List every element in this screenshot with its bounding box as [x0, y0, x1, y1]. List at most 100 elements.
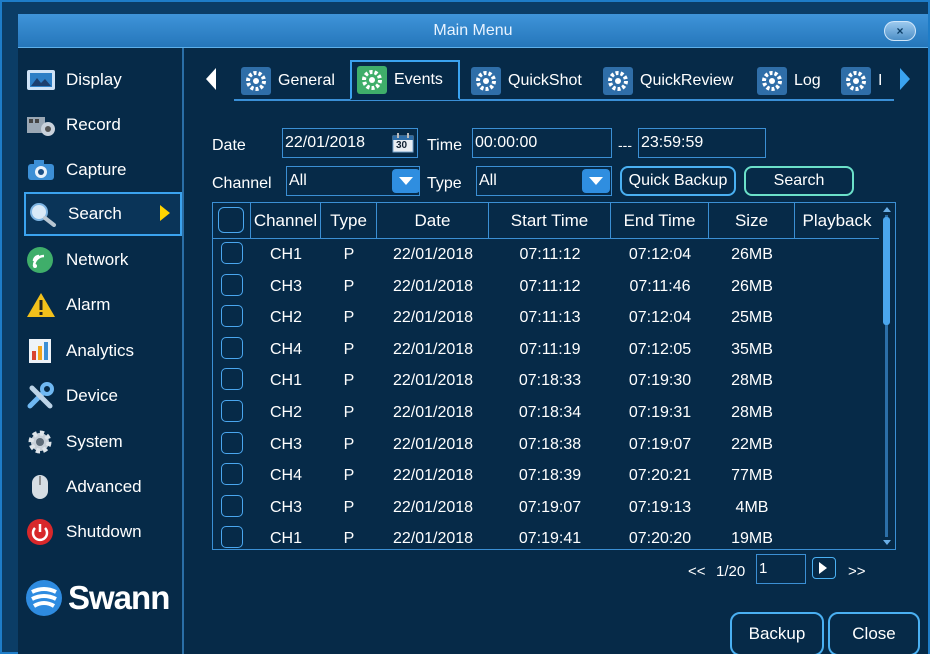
- col-channel[interactable]: Channel: [251, 203, 321, 239]
- col-type[interactable]: Type: [321, 203, 377, 239]
- tab-label: Log: [794, 72, 821, 89]
- close-icon[interactable]: ×: [884, 21, 916, 41]
- shutdown-icon: [24, 517, 58, 547]
- col-end-time[interactable]: End Time: [611, 203, 709, 239]
- cell-start-time: 07:11:19: [519, 340, 581, 358]
- cell-date: 22/01/2018: [392, 277, 474, 295]
- tab-general[interactable]: General: [236, 62, 335, 100]
- select-all-checkbox[interactable]: [218, 207, 244, 233]
- cell-end-time: 07:19:07: [628, 435, 692, 453]
- tab-quickshot[interactable]: QuickShot: [466, 62, 582, 100]
- table-row[interactable]: CH3 P 22/01/2018 07:11:12 07:11:46 26MB: [213, 271, 879, 303]
- table-row[interactable]: CH2 P 22/01/2018 07:18:34 07:19:31 28MB: [213, 397, 879, 429]
- tab-scroll-left-icon[interactable]: [206, 68, 216, 90]
- row-checkbox[interactable]: [221, 368, 243, 391]
- row-checkbox[interactable]: [221, 526, 243, 549]
- backup-button[interactable]: Backup: [730, 612, 824, 654]
- sidebar-item-display[interactable]: Display: [24, 60, 182, 100]
- go-page-icon[interactable]: [812, 557, 836, 579]
- cell-date: 22/01/2018: [392, 309, 474, 327]
- table-row[interactable]: CH3 P 22/01/2018 07:18:38 07:19:07 22MB: [213, 429, 879, 461]
- selected-arrow-icon: [160, 205, 170, 221]
- scroll-down-icon[interactable]: [883, 540, 891, 545]
- cell-end-time: 07:20:21: [628, 467, 692, 485]
- events-table: Channel Type Date Start Time End Time Si…: [212, 202, 896, 550]
- system-icon: [24, 427, 58, 457]
- col-date[interactable]: Date: [377, 203, 489, 239]
- table-row[interactable]: CH1 P 22/01/2018 07:18:33 07:19:30 28MB: [213, 365, 879, 397]
- row-checkbox[interactable]: [221, 463, 243, 486]
- table-row[interactable]: CH4 P 22/01/2018 07:11:19 07:12:05 35MB: [213, 334, 879, 366]
- cell-start-time: 07:18:39: [518, 467, 582, 485]
- close-button[interactable]: Close: [828, 612, 920, 654]
- cell-size: 28MB: [731, 372, 773, 390]
- sidebar-item-analytics[interactable]: Analytics: [24, 331, 182, 371]
- sidebar-item-advanced[interactable]: Advanced: [24, 467, 182, 507]
- prev-page-link[interactable]: <<: [688, 563, 706, 580]
- row-checkbox[interactable]: [221, 336, 243, 359]
- cell-size: 25MB: [731, 309, 773, 327]
- quick-backup-button[interactable]: Quick Backup: [620, 166, 736, 196]
- type-dropdown-arrow-icon[interactable]: [582, 169, 610, 193]
- sidebar-item-network[interactable]: Network: [24, 240, 182, 280]
- analytics-icon: [24, 336, 58, 366]
- col-start-time[interactable]: Start Time: [489, 203, 611, 239]
- tab-quickreview[interactable]: QuickReview: [598, 62, 733, 100]
- col-size[interactable]: Size: [709, 203, 795, 239]
- sidebar-item-alarm[interactable]: Alarm: [24, 285, 182, 325]
- cell-size: 26MB: [731, 277, 773, 295]
- row-checkbox[interactable]: [221, 400, 243, 422]
- row-checkbox[interactable]: [221, 305, 243, 328]
- table-row[interactable]: CH1 P 22/01/2018 07:11:12 07:12:04 26MB: [213, 239, 879, 271]
- sidebar-item-record[interactable]: Record: [24, 105, 182, 145]
- table-row[interactable]: CH2 P 22/01/2018 07:11:13 07:12:04 25MB: [213, 302, 879, 334]
- sidebar-item-system[interactable]: System: [24, 422, 182, 462]
- tab-log[interactable]: Log: [752, 62, 821, 100]
- cell-date: 22/01/2018: [392, 498, 474, 516]
- cell-start-time: 07:18:34: [518, 404, 582, 421]
- sidebar-item-shutdown[interactable]: Shutdown: [24, 512, 182, 552]
- table-row[interactable]: CH3 P 22/01/2018 07:19:07 07:19:13 4MB: [213, 492, 879, 524]
- time-start-field[interactable]: 00:00:00: [472, 128, 612, 158]
- tab-label: General: [278, 72, 335, 89]
- cell-start-time: 07:11:12: [519, 246, 581, 263]
- search-icon: [26, 199, 60, 229]
- cell-end-time: 07:12:05: [628, 340, 692, 358]
- sidebar-item-search[interactable]: Search: [24, 192, 182, 236]
- col-playback[interactable]: Playback: [795, 203, 879, 239]
- table-row[interactable]: CH1 P 22/01/2018 07:19:41 07:20:20 19MB: [213, 523, 879, 549]
- sidebar-item-label: Network: [66, 250, 129, 269]
- alarm-icon: [24, 290, 58, 320]
- table-row[interactable]: CH4 P 22/01/2018 07:18:39 07:20:21 77MB: [213, 460, 879, 492]
- network-icon: [24, 245, 58, 275]
- table-scrollbar[interactable]: [880, 203, 895, 549]
- tab-partial[interactable]: I: [836, 62, 894, 100]
- tab-events[interactable]: Events: [350, 60, 460, 100]
- cell-size: 26MB: [731, 246, 773, 263]
- search-button[interactable]: Search: [744, 166, 854, 196]
- sidebar-item-capture[interactable]: Capture: [24, 150, 182, 190]
- sidebar-item-label: Analytics: [66, 341, 135, 360]
- cell-start-time: 07:19:07: [518, 498, 582, 516]
- cell-date: 22/01/2018: [392, 372, 474, 390]
- next-page-link[interactable]: >>: [848, 563, 866, 580]
- page-input[interactable]: 1: [756, 554, 806, 584]
- time-start-value: 00:00:00: [475, 134, 538, 151]
- sidebar-item-label: Record: [66, 115, 121, 134]
- scroll-up-icon[interactable]: [883, 207, 891, 212]
- cell-start-time: 07:18:38: [518, 435, 582, 453]
- channel-dropdown-arrow-icon[interactable]: [392, 169, 420, 193]
- cell-end-time: 07:19:13: [628, 498, 692, 516]
- row-checkbox[interactable]: [221, 494, 243, 517]
- calendar-icon[interactable]: 30: [392, 133, 414, 153]
- sidebar-item-device[interactable]: Device: [24, 376, 182, 416]
- time-end-field[interactable]: 23:59:59: [638, 128, 766, 158]
- cell-start-time: 07:11:13: [519, 309, 581, 327]
- cell-date: 22/01/2018: [392, 435, 474, 453]
- scroll-thumb[interactable]: [883, 217, 890, 325]
- row-checkbox[interactable]: [221, 273, 243, 296]
- cell-type: P: [343, 340, 355, 358]
- tab-scroll-right-icon[interactable]: [900, 68, 910, 90]
- row-checkbox[interactable]: [221, 242, 243, 264]
- row-checkbox[interactable]: [221, 431, 243, 454]
